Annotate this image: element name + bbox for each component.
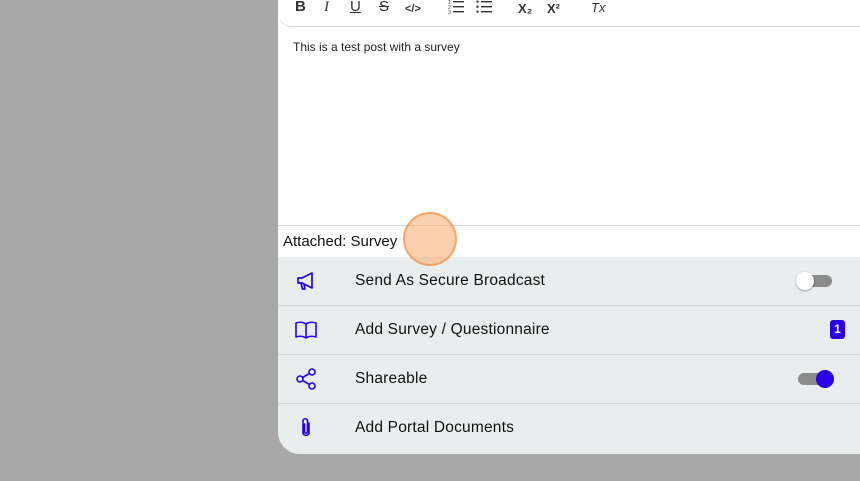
post-composer-panel: B I U S </> 1 2 3 X₂ X² Tx This is a tes… (278, 0, 860, 454)
clear-format-button[interactable]: Tx (591, 0, 605, 18)
bold-button[interactable]: B (295, 0, 306, 17)
bullet-list-icon (476, 0, 492, 13)
megaphone-icon (297, 272, 313, 290)
option-secure-broadcast[interactable]: Send As Secure Broadcast (278, 257, 860, 306)
secure-broadcast-toggle[interactable] (796, 272, 834, 290)
editor-toolbar: B I U S </> 1 2 3 X₂ X² Tx (278, 0, 860, 27)
option-label: Shareable (355, 370, 428, 387)
svg-text:3: 3 (448, 10, 451, 14)
survey-count-badge: 1 (830, 320, 845, 339)
option-portal-documents[interactable]: Add Portal Documents (278, 404, 860, 454)
code-button[interactable]: </> (405, 0, 421, 19)
toggle-knob (796, 272, 814, 290)
attached-label: Attached: Survey (283, 233, 398, 250)
post-body-editor[interactable]: This is a test post with a survey (293, 40, 460, 54)
post-options-list: Send As Secure Broadcast Add Survey / Qu… (278, 257, 860, 454)
strikethrough-button[interactable]: S (379, 0, 389, 17)
attachment-bar: Attached: Survey (278, 225, 860, 258)
option-label: Add Portal Documents (355, 419, 515, 436)
italic-button[interactable]: I (324, 0, 329, 17)
subscript-button[interactable]: X₂ (518, 0, 532, 19)
option-label: Send As Secure Broadcast (355, 272, 546, 289)
option-shareable[interactable]: Shareable (278, 355, 860, 404)
bullet-list-button[interactable] (476, 0, 492, 14)
ordered-list-icon: 1 2 3 (448, 0, 464, 14)
option-add-survey[interactable]: Add Survey / Questionnaire 1 (278, 306, 860, 355)
paperclip-icon (302, 417, 310, 437)
underline-button[interactable]: U (350, 0, 361, 17)
shareable-toggle[interactable] (796, 370, 834, 388)
superscript-button[interactable]: X² (547, 0, 560, 19)
book-icon (295, 321, 317, 339)
share-icon (296, 368, 316, 390)
toggle-knob (816, 370, 834, 388)
option-label: Add Survey / Questionnaire (355, 321, 550, 338)
ordered-list-button[interactable]: 1 2 3 (448, 0, 464, 14)
